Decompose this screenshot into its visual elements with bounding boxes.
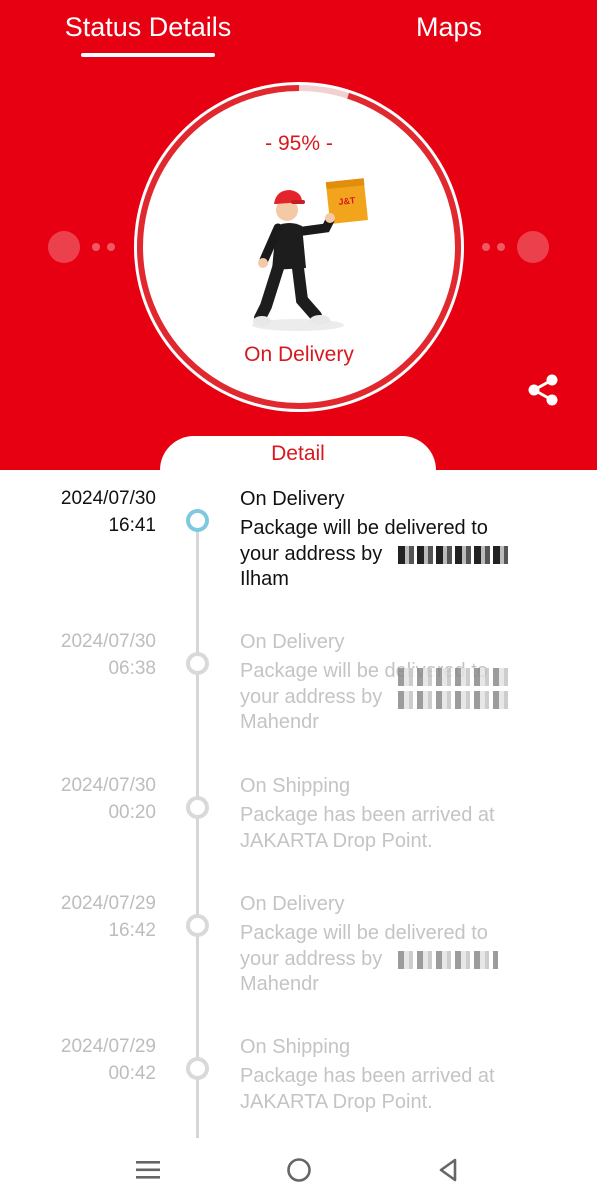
back-triangle-icon[interactable] xyxy=(434,1156,462,1184)
active-tab-indicator xyxy=(81,53,215,57)
entry-date: 2024/07/29 xyxy=(60,893,156,914)
system-nav-bar xyxy=(0,1140,597,1200)
carousel-dot xyxy=(107,243,115,251)
entry-status: On Delivery xyxy=(240,488,345,510)
tab-maps[interactable]: Maps xyxy=(380,10,518,54)
entry-time: 00:42 xyxy=(108,1063,156,1084)
redacted-name xyxy=(398,668,508,686)
timeline-node xyxy=(186,914,209,937)
tab-status-details[interactable]: Status Details xyxy=(54,10,242,54)
entry-status: On Delivery xyxy=(240,893,345,915)
timeline-node xyxy=(186,652,209,675)
timeline-entry: 2024/07/30 16:41 On Delivery Package wil… xyxy=(0,487,597,607)
timeline-node-current xyxy=(186,509,209,532)
entry-date: 2024/07/29 xyxy=(60,1036,156,1057)
entry-date: 2024/07/30 xyxy=(60,631,156,652)
delivery-status: On Delivery xyxy=(244,343,354,366)
carousel-prev-dot xyxy=(48,231,80,263)
redacted-name xyxy=(398,691,508,709)
timeline-entry: 2024/07/30 06:38 On Delivery Package wil… xyxy=(0,630,597,750)
box-logo: J&T xyxy=(338,195,356,207)
carousel-next-dot xyxy=(517,231,549,263)
redacted-name xyxy=(398,951,498,969)
entry-description: Package has been arrived at JAKARTA Drop… xyxy=(240,1065,495,1113)
tracking-screen: Status Details Maps - 95% - J&T On Deliv… xyxy=(0,0,597,1200)
redacted-name xyxy=(398,546,508,564)
detail-label: Detail xyxy=(271,442,325,465)
entry-date: 2024/07/30 xyxy=(60,775,156,796)
timeline-node xyxy=(186,796,209,819)
entry-status: On Shipping xyxy=(240,775,351,797)
entry-time: 00:20 xyxy=(108,802,156,823)
entry-time: 16:41 xyxy=(108,515,156,536)
menu-icon[interactable] xyxy=(134,1156,162,1184)
entry-time: 16:42 xyxy=(108,920,156,941)
entry-status: On Shipping xyxy=(240,1036,351,1058)
entry-description: Package has been arrived at JAKARTA Drop… xyxy=(240,804,495,852)
carousel-dot xyxy=(92,243,100,251)
timeline-entry: 2024/07/29 00:42 On Shipping Package has… xyxy=(0,1035,597,1155)
timeline-entry: 2024/07/29 16:42 On Delivery Package wil… xyxy=(0,892,597,1012)
entry-status: On Delivery xyxy=(240,631,345,653)
home-circle-icon[interactable] xyxy=(285,1156,313,1184)
share-icon[interactable] xyxy=(525,372,561,408)
entry-time: 06:38 xyxy=(108,658,156,679)
progress-percent: - 95% - xyxy=(265,132,333,155)
carousel-dot xyxy=(497,243,505,251)
timeline-node xyxy=(186,1057,209,1080)
status-header: Status Details Maps - 95% - J&T On Deliv… xyxy=(0,0,597,476)
courier-illustration: J&T xyxy=(252,178,368,331)
timeline-entry: 2024/07/30 00:20 On Shipping Package has… xyxy=(0,774,597,894)
carousel-dot xyxy=(482,243,490,251)
entry-date: 2024/07/30 xyxy=(60,488,156,509)
